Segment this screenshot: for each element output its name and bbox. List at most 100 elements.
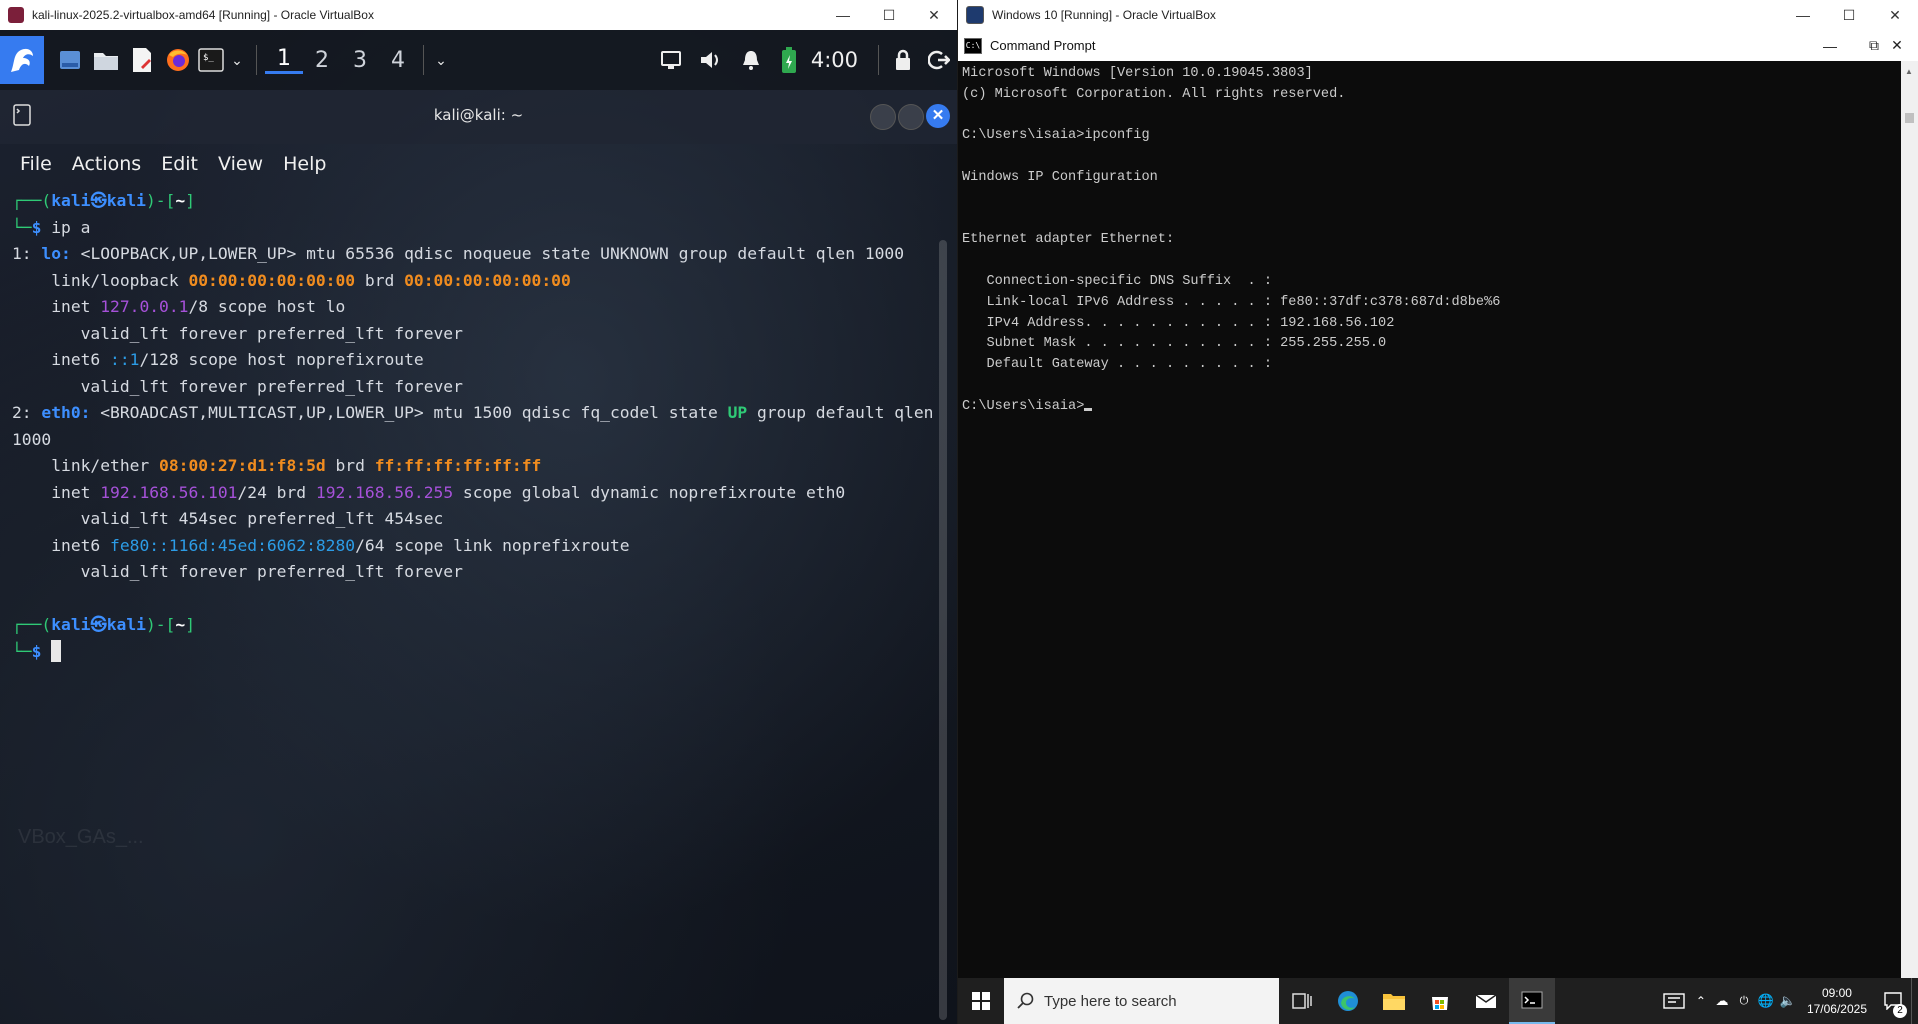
terminal-maximize-button[interactable]: [898, 104, 924, 130]
edge-icon[interactable]: [1325, 978, 1371, 1024]
workspace-4[interactable]: 4: [379, 48, 417, 73]
cmd-output[interactable]: Microsoft Windows [Version 10.0.19045.38…: [962, 64, 1500, 418]
menu-view[interactable]: View: [218, 153, 263, 175]
start-button[interactable]: [958, 978, 1004, 1024]
show-desktop-button[interactable]: [1911, 978, 1918, 1024]
maximize-button[interactable]: ☐: [866, 0, 912, 30]
workspace-2[interactable]: 2: [303, 48, 341, 73]
cmd-prompt-line: C:\Users\isaia>: [962, 397, 1500, 418]
output-line: <BROADCAST,MULTICAST,UP,LOWER_UP> mtu 15…: [90, 403, 728, 422]
cmd-close-button[interactable]: ✕: [1876, 30, 1918, 61]
file-manager-icon[interactable]: [88, 40, 124, 80]
kali-menu-dragon-icon[interactable]: [0, 36, 44, 84]
prompt-host: kali: [106, 615, 146, 634]
onedrive-icon[interactable]: ☁: [1711, 993, 1733, 1009]
windows-vbox-titlebar[interactable]: Windows 10 [Running] - Oracle VirtualBox…: [958, 0, 1918, 30]
ip-address: 192.168.56.101: [100, 482, 238, 502]
output-line: brd: [355, 270, 405, 290]
cmd-titlebar[interactable]: C:\ Command Prompt — ⧉ ✕: [958, 30, 1918, 61]
show-hidden-icons-chevron-icon[interactable]: ⌃: [1691, 994, 1711, 1008]
logout-icon[interactable]: [921, 40, 957, 80]
command-prompt-taskbar-icon[interactable]: [1509, 978, 1555, 1024]
terminal-scrollbar[interactable]: [939, 240, 947, 1020]
mac-address: 00:00:00:00:00:00: [404, 270, 571, 290]
taskbar-time: 09:00: [1821, 986, 1852, 1000]
firefox-icon[interactable]: [160, 40, 196, 80]
file-explorer-icon[interactable]: [1371, 978, 1417, 1024]
windows-desktop: C:\ Command Prompt — ⧉ ✕ Microsoft Windo…: [958, 30, 1918, 1024]
output-line: valid_lft forever preferred_lft forever: [12, 323, 463, 343]
menu-actions[interactable]: Actions: [72, 153, 141, 175]
output-line: /8 scope host lo: [188, 297, 346, 316]
cmd-line: Default Gateway . . . . . . . . . :: [962, 357, 1272, 373]
terminal-close-button[interactable]: ✕: [926, 104, 950, 128]
panel-separator: [878, 45, 879, 75]
cmd-scrollbar[interactable]: ▲: [1901, 61, 1918, 1008]
output-line: /128 scope host noprefixroute: [139, 350, 424, 369]
minimize-button[interactable]: —: [820, 0, 866, 30]
power-plug-icon[interactable]: ⏻: [1733, 995, 1755, 1008]
maximize-button[interactable]: ☐: [1826, 0, 1872, 30]
output-line: valid_lft forever preferred_lft forever: [12, 562, 463, 581]
people-icon[interactable]: [1657, 992, 1691, 1010]
kali-desktop: $_ ⌄ 1 2 3 4 ⌄ 4:00 kali@kali: ~ ✕ File …: [0, 30, 957, 1024]
terminal-titlebar[interactable]: kali@kali: ~ ✕: [0, 90, 957, 144]
windows-taskbar: Type here to search ⌃ ☁ ⏻ 🌐 🔈 09:00 17/0…: [958, 978, 1918, 1024]
terminal-launcher-icon[interactable]: $_: [196, 40, 226, 80]
taskbar-clock[interactable]: 09:00 17/06/2025: [1807, 985, 1867, 1017]
output-line: inet: [12, 482, 101, 502]
network-icon[interactable]: [651, 40, 691, 80]
close-button[interactable]: ✕: [1872, 0, 1918, 30]
cmd-line: Connection-specific DNS Suffix . :: [962, 273, 1272, 289]
output-line: valid_lft 454sec preferred_lft 454sec: [12, 509, 444, 528]
cmd-minimize-button[interactable]: —: [1808, 30, 1852, 61]
scroll-up-arrow-icon[interactable]: ▲: [1905, 67, 1913, 76]
prompt-user: kali: [51, 615, 91, 634]
mac-address: 08:00:27:d1:f8:5d: [159, 456, 326, 475]
speaker-icon[interactable]: 🔈: [1777, 993, 1799, 1009]
close-button[interactable]: ✕: [911, 0, 957, 30]
taskbar-search-box[interactable]: Type here to search: [1004, 978, 1279, 1024]
panel-clock[interactable]: 4:00: [811, 48, 858, 72]
terminal-minimize-button[interactable]: [870, 104, 896, 130]
menu-help[interactable]: Help: [283, 153, 326, 175]
windows-vbox-title: Windows 10 [Running] - Oracle VirtualBox: [992, 8, 1216, 22]
cmd-app-icon: C:\: [964, 37, 982, 54]
terminal-title: kali@kali: ~: [433, 106, 524, 124]
system-tray: ⌃ ☁ ⏻ 🌐 🔈 09:00 17/06/2025 2: [1657, 978, 1918, 1024]
window-list-chevron-icon[interactable]: ⌄: [430, 40, 452, 80]
menu-file[interactable]: File: [20, 153, 52, 175]
desktop-icon[interactable]: [52, 40, 88, 80]
menu-edit[interactable]: Edit: [161, 153, 198, 175]
microsoft-store-icon[interactable]: [1417, 978, 1463, 1024]
battery-icon[interactable]: [771, 40, 807, 80]
network-globe-icon[interactable]: 🌐: [1755, 993, 1777, 1009]
search-icon: [1017, 992, 1034, 1009]
output-line: /64 scope link noprefixroute: [355, 535, 630, 555]
output-line: 2:: [12, 403, 32, 422]
workspace-3[interactable]: 3: [341, 48, 379, 73]
kali-vbox-titlebar[interactable]: kali-linux-2025.2-virtualbox-amd64 [Runn…: [0, 0, 957, 30]
prompt-dir: ~: [175, 615, 186, 634]
cmd-line: Windows IP Configuration: [962, 169, 1158, 185]
launcher-dropdown-chevron-icon[interactable]: ⌄: [226, 40, 248, 80]
output-line: inet6: [12, 535, 111, 555]
mail-icon[interactable]: [1463, 978, 1509, 1024]
volume-icon[interactable]: [691, 40, 731, 80]
notification-bell-icon[interactable]: [731, 40, 771, 80]
cmd-line: Ethernet adapter Ethernet:: [962, 232, 1175, 248]
task-view-icon[interactable]: [1279, 978, 1325, 1024]
action-center-button[interactable]: 2: [1875, 978, 1911, 1024]
output-line: inet: [12, 297, 101, 316]
terminal-cursor: [51, 639, 62, 662]
terminal-output[interactable]: ┌──(kali㉿kali)-[~] └─$ ip a 1: lo: <LOOP…: [12, 188, 933, 665]
text-editor-icon[interactable]: [124, 40, 160, 80]
output-line: scope global dynamic noprefixroute eth0: [453, 482, 846, 502]
lock-screen-icon[interactable]: [885, 40, 921, 80]
kali-top-panel: $_ ⌄ 1 2 3 4 ⌄ 4:00: [0, 30, 957, 90]
taskbar-date: 17/06/2025: [1806, 1002, 1867, 1016]
minimize-button[interactable]: —: [1780, 0, 1826, 30]
windows-vbox-window: Windows 10 [Running] - Oracle VirtualBox…: [958, 0, 1918, 1024]
workspace-1[interactable]: 1: [265, 46, 303, 74]
cmd-scroll-thumb[interactable]: [1905, 113, 1914, 123]
